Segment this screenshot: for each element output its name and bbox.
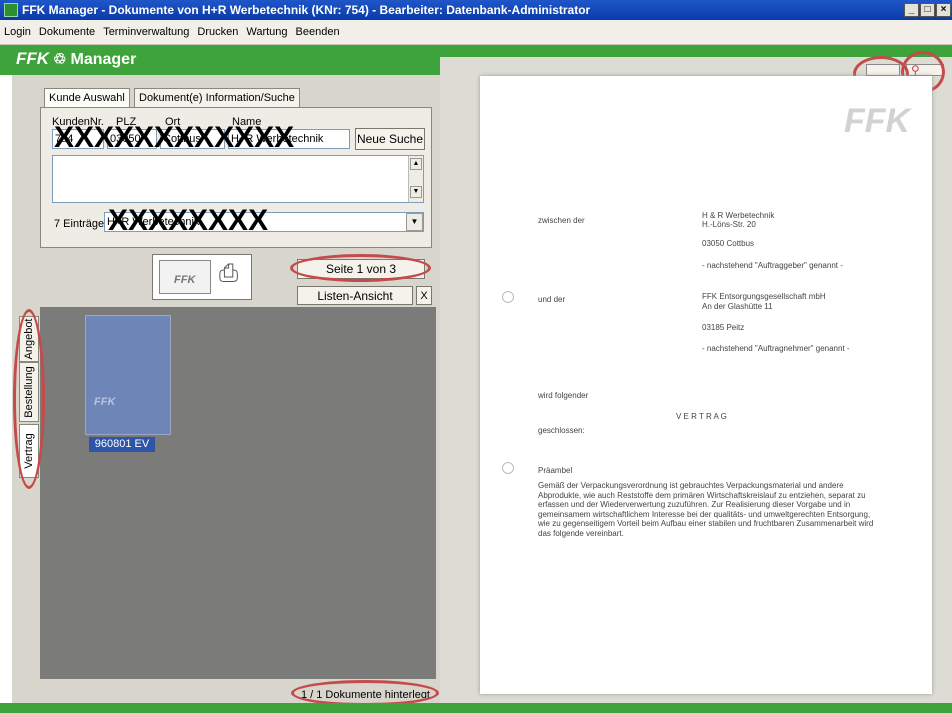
scanner-icon: ⎙ bbox=[219, 260, 239, 287]
scroll-down-icon[interactable]: ▼ bbox=[410, 186, 422, 198]
doc-logo: FFK bbox=[844, 102, 911, 140]
doc-party1-role: - nachstehend "Auftraggeber" genannt - bbox=[702, 261, 843, 270]
scroll-up-icon[interactable]: ▲ bbox=[410, 158, 422, 170]
tab-dokument-information[interactable]: Dokument(e) Information/Suche bbox=[134, 88, 300, 108]
maximize-button[interactable]: □ bbox=[920, 3, 935, 17]
doc-party2-city: 03185 Peitz bbox=[702, 323, 745, 332]
tab-kunde-auswahl[interactable]: Kunde Auswahl bbox=[44, 88, 130, 108]
doc-party2-role: - nachstehend "Auftragnehmer" genannt - bbox=[702, 344, 850, 353]
logo-text: FFK bbox=[16, 49, 50, 68]
results-list[interactable] bbox=[52, 155, 424, 203]
scan-logo: FFK bbox=[174, 274, 196, 286]
close-button[interactable]: × bbox=[936, 3, 951, 17]
menu-dokumente[interactable]: Dokumente bbox=[35, 20, 99, 44]
entries-count: 7 Einträge: bbox=[54, 218, 108, 230]
highlight-ring bbox=[290, 254, 431, 282]
menu-drucken[interactable]: Drucken bbox=[193, 20, 242, 44]
scan-button[interactable]: FFK ⎙ bbox=[152, 254, 252, 300]
doc-party1-street: H.-Löns-Str. 20 bbox=[702, 220, 756, 229]
bottom-band bbox=[0, 703, 952, 713]
menu-terminverwaltung[interactable]: Terminverwaltung bbox=[99, 20, 193, 44]
menu-wartung[interactable]: Wartung bbox=[242, 20, 291, 44]
close-icon[interactable]: X bbox=[416, 286, 432, 305]
chevron-down-icon[interactable]: ▼ bbox=[406, 213, 423, 231]
document-page: FFK zwischen der H & R Werbetechnik H.-L… bbox=[480, 76, 932, 694]
redaction-mark: XXXXXXXX bbox=[108, 204, 269, 237]
doc-party2-name: FFK Entsorgungsgesellschaft mbH bbox=[702, 292, 826, 301]
doc-party1-city: 03050 Cottbus bbox=[702, 239, 755, 248]
recycle-icon: ♲ bbox=[53, 51, 67, 68]
menu-login[interactable]: Login bbox=[0, 20, 35, 44]
thumb-logo: FFK bbox=[94, 396, 116, 408]
thumbnail-label[interactable]: 960801 EV bbox=[89, 437, 155, 452]
window-title: FFK Manager - Dokumente von H+R Werbetec… bbox=[22, 3, 591, 17]
menu-beenden[interactable]: Beenden bbox=[292, 20, 344, 44]
doc-party2-street: An der Glashütte 11 bbox=[702, 302, 773, 311]
redaction-mark: XXXXXXXXXXXX bbox=[54, 121, 295, 154]
document-icon: FFK bbox=[159, 260, 211, 294]
highlight-ring bbox=[13, 309, 45, 489]
doc-wird: wird folgender bbox=[538, 391, 589, 400]
minimize-button[interactable]: _ bbox=[904, 3, 919, 17]
doc-geschlossen: geschlossen: bbox=[538, 426, 585, 435]
doc-praeambel: Präambel bbox=[538, 466, 573, 475]
menu-bar: Login Dokumente Terminverwaltung Drucken War… bbox=[0, 20, 952, 45]
punch-hole bbox=[502, 462, 514, 474]
document-thumbnail[interactable]: FFK bbox=[85, 315, 171, 435]
punch-hole bbox=[502, 291, 514, 303]
doc-vertrag: V E R T R A G bbox=[676, 412, 727, 421]
app-name: Manager bbox=[70, 51, 137, 68]
doc-und: und der bbox=[538, 295, 566, 304]
results-scrollbar[interactable]: ▲ ▼ bbox=[408, 156, 423, 202]
title-bar: FFK Manager - Dokumente von H+R Werbetec… bbox=[0, 0, 952, 20]
doc-zwischen: zwischen der bbox=[538, 216, 585, 225]
neue-suche-button[interactable]: Neue Suche bbox=[355, 128, 425, 150]
doc-body: Gemäß der Verpackungsverordnung ist gebr… bbox=[538, 481, 874, 538]
app-logo: FFK ♲ Manager bbox=[16, 49, 136, 69]
app-icon bbox=[4, 3, 18, 17]
listen-ansicht-button[interactable]: Listen-Ansicht bbox=[297, 286, 413, 305]
